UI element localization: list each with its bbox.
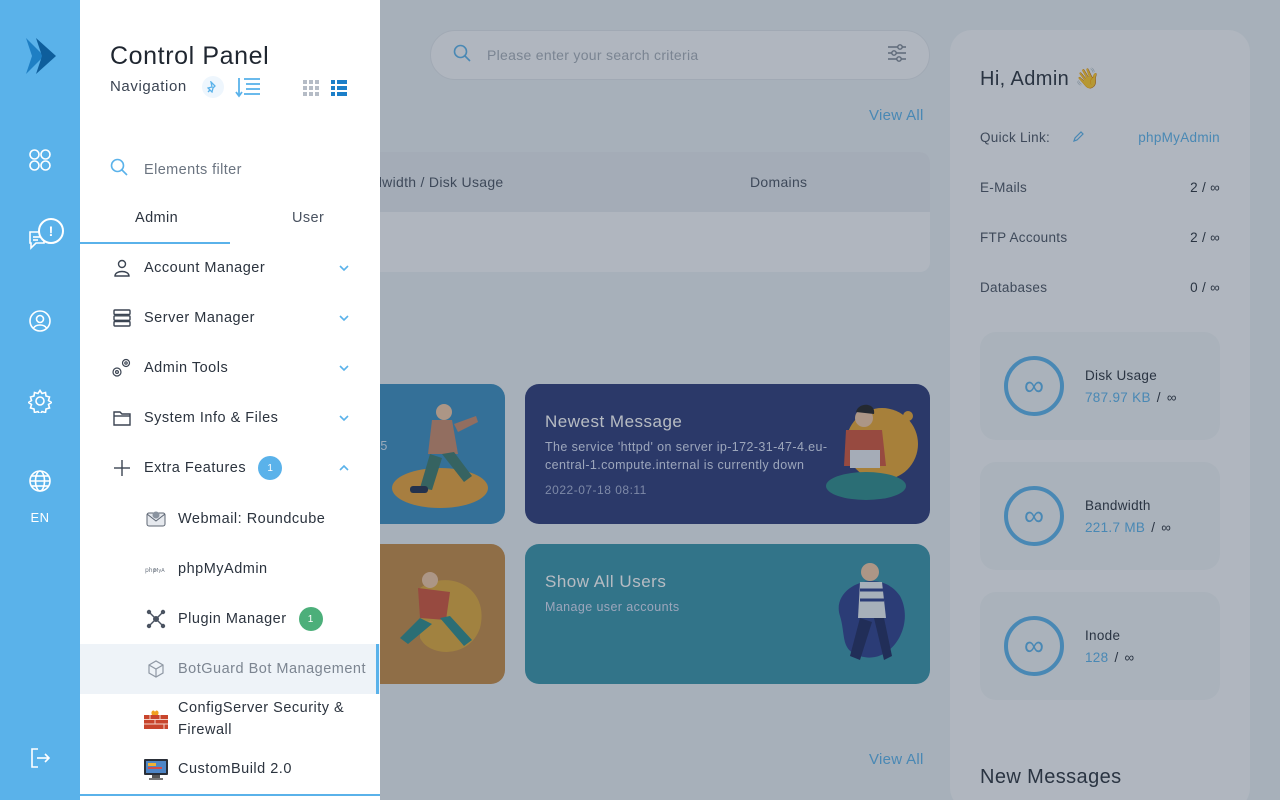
chevron-down-icon <box>339 365 349 372</box>
tab-user[interactable]: User <box>292 210 324 226</box>
logo-icon[interactable] <box>22 36 58 76</box>
plugin-icon <box>144 607 168 631</box>
language-label[interactable]: EN <box>0 510 80 525</box>
count-badge: 1 <box>258 456 283 480</box>
folder-icon <box>110 406 134 430</box>
menu-admin-tools[interactable]: Admin Tools <box>110 356 350 380</box>
menu-label: Server Manager <box>144 310 255 326</box>
submenu-label: phpMyAdmin <box>178 561 268 577</box>
submenu-webmail-roundcube[interactable]: Webmail: Roundcube <box>144 507 380 531</box>
count-badge: 1 <box>298 607 323 631</box>
messages-badge: ! <box>38 218 64 244</box>
filter-input[interactable]: Elements filter <box>144 162 242 178</box>
submenu-custombuild[interactable]: CustomBuild 2.0 <box>144 757 380 781</box>
language-icon[interactable] <box>28 469 52 493</box>
pin-icon[interactable] <box>202 76 224 98</box>
plus-icon <box>110 456 134 480</box>
list-view-icon[interactable] <box>330 79 348 97</box>
menu-system-info-files[interactable]: System Info & Files <box>110 406 350 430</box>
submenu-label: BotGuard Bot Management <box>178 661 367 677</box>
drawer-bottom-divider <box>80 794 380 796</box>
submenu-label: Plugin Manager <box>178 611 287 627</box>
dashboard-icon[interactable] <box>28 148 52 172</box>
profile-icon[interactable] <box>28 309 52 333</box>
settings-icon[interactable] <box>28 389 52 413</box>
menu-label: Extra Features <box>144 460 247 476</box>
elements-filter[interactable]: Elements filter <box>110 158 242 181</box>
submenu-configserver-firewall[interactable]: ConfigServer Security & Firewall <box>144 697 380 741</box>
submenu-label: ConfigServer Security & Firewall <box>178 700 345 738</box>
user-icon <box>110 256 134 280</box>
botguard-icon <box>144 657 168 681</box>
navigation-label: Navigation <box>110 78 187 95</box>
roundcube-icon <box>144 507 168 531</box>
active-tab-indicator <box>80 242 230 244</box>
submenu-label: Webmail: Roundcube <box>178 511 326 527</box>
logout-icon[interactable] <box>28 746 52 770</box>
chevron-up-icon <box>339 464 349 471</box>
svg-text:MyA: MyA <box>154 568 165 574</box>
chevron-down-icon <box>339 415 349 422</box>
menu-account-manager[interactable]: Account Manager <box>110 256 350 280</box>
chevron-down-icon <box>339 315 349 322</box>
server-icon <box>110 306 134 330</box>
menu-label: Account Manager <box>144 260 266 276</box>
firewall-icon <box>144 707 168 731</box>
navigation-drawer: Control Panel Navigation Elements filter… <box>80 0 380 800</box>
menu-extra-features[interactable]: Extra Features 1 <box>110 456 350 480</box>
left-rail: ! EN <box>0 0 80 800</box>
gears-icon <box>110 356 134 380</box>
menu-server-manager[interactable]: Server Manager <box>110 306 350 330</box>
active-item-indicator <box>376 644 379 694</box>
drawer-title: Control Panel <box>110 42 270 70</box>
menu-label: System Info & Files <box>144 410 279 426</box>
role-tabs: Admin User <box>80 200 380 244</box>
submenu-label: CustomBuild 2.0 <box>178 761 292 777</box>
menu-label: Admin Tools <box>144 360 229 376</box>
sort-list-icon[interactable] <box>234 75 262 99</box>
submenu-botguard[interactable]: BotGuard Bot Management <box>80 644 380 694</box>
search-icon <box>110 158 128 181</box>
custombuild-icon <box>144 757 168 781</box>
phpmyadmin-icon: php MyA <box>144 557 168 581</box>
tab-admin[interactable]: Admin <box>135 210 178 226</box>
submenu-phpmyadmin[interactable]: php MyA phpMyAdmin <box>144 557 380 581</box>
chevron-down-icon <box>339 265 349 272</box>
grid-view-icon[interactable] <box>302 79 320 97</box>
submenu-plugin-manager[interactable]: Plugin Manager 1 <box>144 607 380 631</box>
